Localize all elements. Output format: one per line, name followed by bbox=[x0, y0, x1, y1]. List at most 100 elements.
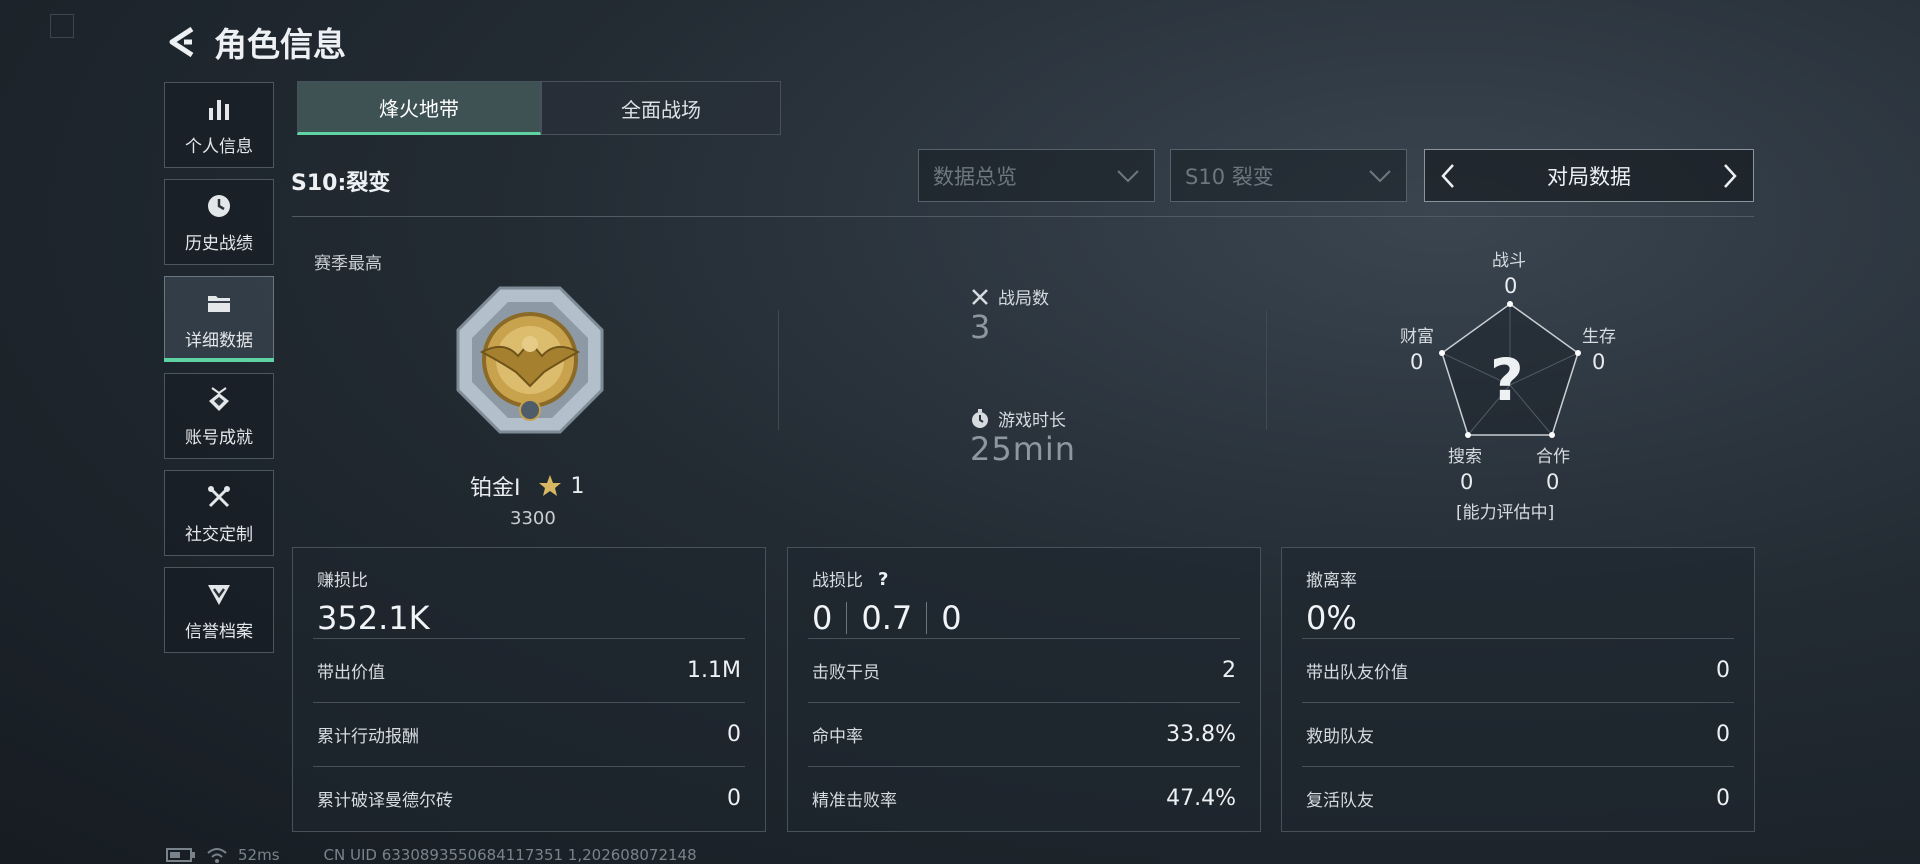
stat-value: 0 bbox=[727, 786, 741, 811]
stat-row: 累计行动报酬 0 bbox=[313, 702, 745, 766]
chevron-down-icon bbox=[1369, 170, 1391, 183]
stat-value: 1.1M bbox=[687, 658, 741, 683]
ratio-separator bbox=[926, 602, 928, 634]
data-pager: 对局数据 bbox=[1424, 149, 1754, 202]
stat-row: 带出队友价值 0 bbox=[1302, 638, 1734, 702]
radar-value-search: 0 bbox=[1460, 470, 1474, 494]
wifi-icon bbox=[207, 848, 227, 863]
stat-label: 累计破译曼德尔砖 bbox=[317, 791, 453, 811]
card-value: 0% bbox=[1306, 599, 1357, 637]
sidebar-item-label: 历史战绩 bbox=[185, 233, 253, 254]
rank-badge-icon bbox=[456, 286, 604, 434]
sidebar-item-reputation[interactable]: 信誉档案 bbox=[164, 567, 274, 653]
tab-full-battlefield[interactable]: 全面战场 bbox=[541, 81, 781, 135]
card-title: 战损比 bbox=[812, 571, 863, 591]
stat-row: 击败干员 2 bbox=[808, 638, 1240, 702]
divider bbox=[1266, 310, 1267, 430]
stat-value: 33.8% bbox=[1166, 722, 1236, 747]
chevron-left-icon bbox=[1441, 163, 1454, 188]
rank-name: 铂金Ⅰ bbox=[470, 476, 521, 501]
season-dropdown-value: S10 裂变 bbox=[1185, 164, 1274, 189]
playtime-label: 游戏时长 bbox=[998, 411, 1066, 431]
view-dropdown[interactable]: 数据总览 bbox=[918, 149, 1155, 202]
season-best-heading: 赛季最高 bbox=[314, 254, 382, 274]
matches-heading: 战局数 bbox=[970, 284, 1049, 309]
extraction-card: 撤离率 0% 带出队友价值 0 救助队友 0 复活队友 0 bbox=[1281, 547, 1755, 832]
pager-label: 对局数据 bbox=[1547, 164, 1631, 189]
user-uid: CN UID 6330893550684117351 1,20260807214… bbox=[323, 846, 697, 864]
sidebar-item-social-custom[interactable]: 社交定制 bbox=[164, 470, 274, 556]
bar-chart-icon bbox=[209, 99, 229, 120]
medal-icon bbox=[209, 386, 229, 411]
card-title-row: 战损比 ? bbox=[812, 566, 1236, 592]
radar-status: [能力评估中] bbox=[1456, 503, 1555, 523]
playtime-heading: 游戏时长 bbox=[970, 406, 1066, 431]
chevron-down-icon bbox=[1117, 170, 1139, 183]
radar-value-survival: 0 bbox=[1592, 350, 1606, 374]
page-title: 角色信息 bbox=[214, 25, 346, 64]
back-arrow-icon[interactable] bbox=[166, 25, 198, 59]
divider bbox=[778, 310, 779, 430]
page-header: 角色信息 bbox=[166, 20, 346, 64]
tab-warzone[interactable]: 烽火地带 bbox=[297, 81, 541, 135]
season-label: S10:裂变 bbox=[291, 171, 391, 196]
help-icon[interactable]: ? bbox=[871, 567, 895, 591]
playtime-value: 25min bbox=[970, 430, 1077, 468]
status-footer: 52ms CN UID 6330893550684117351 1,202608… bbox=[166, 846, 697, 864]
card-title: 撤离率 bbox=[1306, 571, 1357, 591]
stat-label: 复活队友 bbox=[1306, 791, 1374, 811]
sidebar-item-history[interactable]: 历史战绩 bbox=[164, 179, 274, 265]
chevron-right-icon bbox=[1724, 163, 1737, 188]
pager-next-button[interactable] bbox=[1707, 150, 1753, 201]
sidebar-item-achievements[interactable]: 账号成就 bbox=[164, 373, 274, 459]
matches-value: 3 bbox=[970, 308, 992, 346]
view-dropdown-value: 数据总览 bbox=[933, 164, 1017, 189]
profit-card: 赚损比 352.1K 带出价值 1.1M 累计行动报酬 0 累计破译曼德尔砖 0 bbox=[292, 547, 766, 832]
sidebar-item-personal-info[interactable]: 个人信息 bbox=[164, 82, 274, 168]
radar-value-combat: 0 bbox=[1504, 274, 1518, 298]
stat-value: 0 bbox=[1716, 722, 1730, 747]
ratio-separator bbox=[846, 602, 848, 634]
stat-value: 0 bbox=[727, 722, 741, 747]
season-dropdown[interactable]: S10 裂变 bbox=[1170, 149, 1407, 202]
ability-radar: ? 战斗 0 生存 0 合作 0 搜索 0 财富 0 [能力评估中] bbox=[1380, 240, 1640, 530]
pager-prev-button[interactable] bbox=[1425, 150, 1471, 201]
stat-label: 带出队友价值 bbox=[1306, 663, 1408, 683]
shield-badge-icon bbox=[208, 584, 230, 605]
corner-marker bbox=[50, 14, 74, 38]
stat-row: 带出价值 1.1M bbox=[313, 638, 745, 702]
sidebar-item-label: 个人信息 bbox=[185, 136, 253, 157]
rank-score: 3300 bbox=[510, 508, 556, 529]
kd-card: 战损比 ? 0 0.7 0 击败干员 2 命中率 33.8% 精准击败率 47.4% bbox=[787, 547, 1261, 832]
radar-label-survival: 生存 bbox=[1582, 327, 1616, 347]
folder-icon bbox=[208, 295, 230, 312]
timer-icon bbox=[972, 408, 988, 428]
stat-value: 2 bbox=[1222, 658, 1236, 683]
kd-ratio-middle: 0.7 bbox=[861, 599, 913, 637]
stat-value: 0 bbox=[1716, 658, 1730, 683]
kd-ratio: 0 0.7 0 bbox=[812, 599, 1236, 637]
divider bbox=[292, 216, 1754, 217]
stat-value: 47.4% bbox=[1166, 786, 1236, 811]
stat-row: 复活队友 0 bbox=[1302, 766, 1734, 830]
clock-icon bbox=[208, 194, 230, 217]
matches-label: 战局数 bbox=[998, 289, 1049, 309]
radar-value-cooperation: 0 bbox=[1546, 470, 1560, 494]
crossed-swords-icon bbox=[972, 288, 988, 305]
rank-line: 铂金Ⅰ 1 bbox=[470, 470, 585, 502]
stat-row: 命中率 33.8% bbox=[808, 702, 1240, 766]
card-title: 赚损比 bbox=[317, 571, 368, 591]
stat-value: 0 bbox=[1716, 786, 1730, 811]
radar-unknown-symbol: ? bbox=[1490, 346, 1524, 414]
card-value: 352.1K bbox=[317, 599, 430, 637]
stat-row: 精准击败率 47.4% bbox=[808, 766, 1240, 830]
stat-label: 累计行动报酬 bbox=[317, 727, 419, 747]
stat-label: 击败干员 bbox=[812, 663, 880, 683]
sidebar-item-detailed-data[interactable]: 详细数据 bbox=[164, 276, 274, 362]
svg-text:?: ? bbox=[878, 569, 888, 590]
stat-label: 救助队友 bbox=[1306, 727, 1374, 747]
sidebar-nav: 个人信息 历史战绩 详细数据 账号成就 社交定制 信誉档案 bbox=[164, 82, 274, 664]
radar-value-wealth: 0 bbox=[1410, 350, 1424, 374]
radar-label-wealth: 财富 bbox=[1400, 327, 1434, 347]
radar-label-search: 搜索 bbox=[1448, 447, 1482, 467]
